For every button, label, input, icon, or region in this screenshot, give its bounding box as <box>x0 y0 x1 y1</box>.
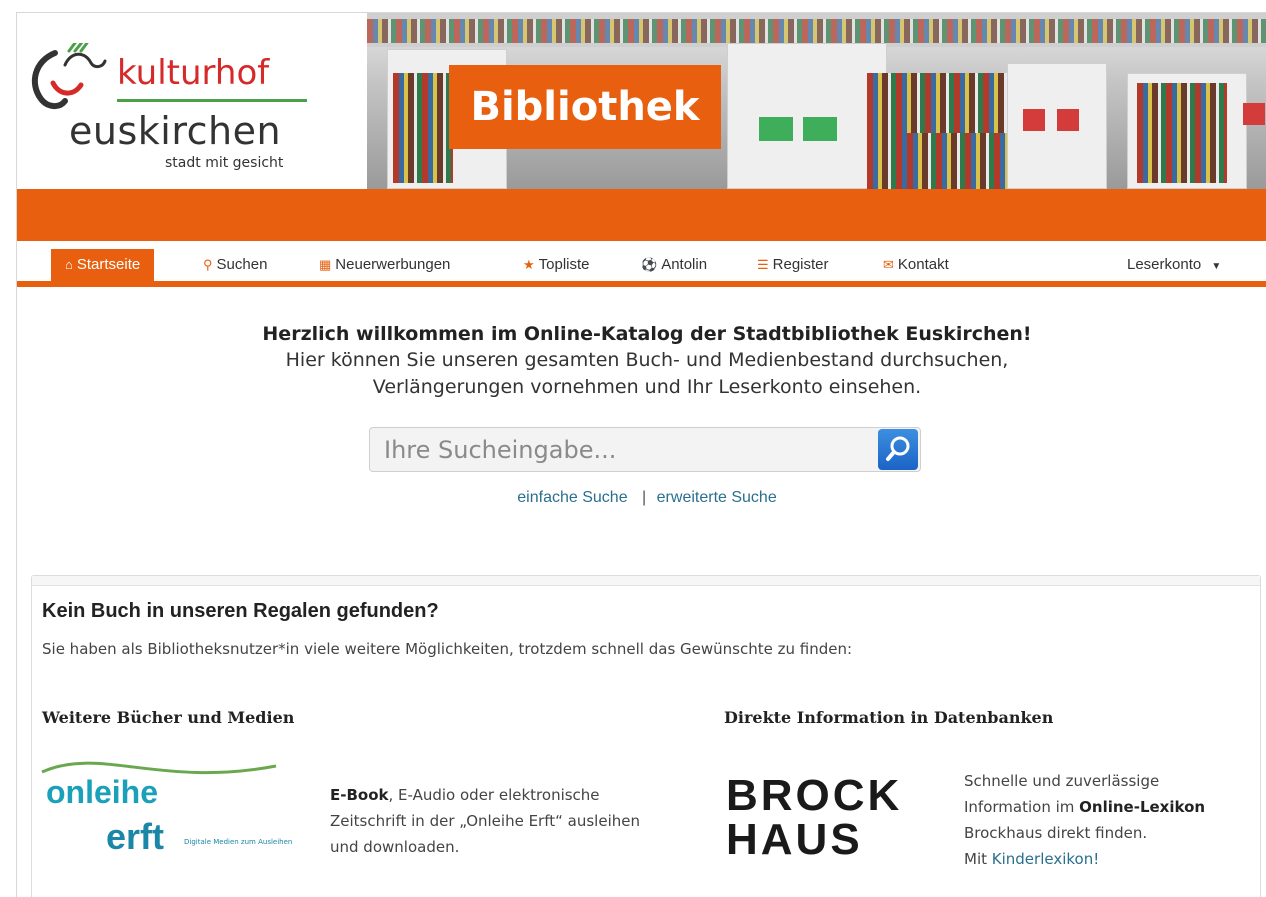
nav-label: Suchen <box>216 256 268 273</box>
onleihe-logo-line2: erft <box>106 816 165 857</box>
nav-label: Antolin <box>661 256 708 273</box>
nav-item-neuerwerbungen[interactable]: ▦ Neuerwerbungen <box>319 249 450 281</box>
info-panel: Kein Buch in unseren Regalen gefunden? S… <box>31 575 1261 897</box>
right-column-heading: Direkte Information in Datenbanken <box>724 708 1054 727</box>
nav-item-topliste[interactable]: ★ Topliste <box>523 249 590 281</box>
online-lexikon-bold: Online-Lexikon <box>1079 798 1206 816</box>
desc-text: Brockhaus direkt finden. <box>964 824 1148 842</box>
left-column-heading: Weitere Bücher und Medien <box>42 708 295 727</box>
logo-slogan: stadt mit gesicht <box>165 155 284 171</box>
onleihe-description: E-Book, E-Audio oder elektronische Zeits… <box>330 782 710 860</box>
search-mode-links: einfache Suche | erweiterte Suche <box>17 489 1266 507</box>
star-icon: ★ <box>523 257 535 272</box>
logo-euskirchen-text: euskirchen <box>69 109 282 153</box>
nav-label: Neuerwerbungen <box>335 256 451 273</box>
logo-kulturhof-text: kulturhof <box>117 53 270 93</box>
desc-text: Zeitschrift in der „Onleihe Erft“ auslei… <box>330 812 640 830</box>
simple-search-link[interactable]: einfache Suche <box>517 489 627 506</box>
welcome-title: Herzlich willkommen im Online-Katalog de… <box>262 323 1032 345</box>
nav-label: Register <box>772 256 829 273</box>
nav-item-register[interactable]: ☰ Register <box>757 249 829 281</box>
brockhaus-logo[interactable]: BROCK HAUS <box>726 772 926 872</box>
magnifier-icon <box>886 436 910 461</box>
welcome-section: Herzlich willkommen im Online-Katalog de… <box>17 321 1266 401</box>
search-input[interactable] <box>370 428 876 471</box>
account-label: Leserkonto <box>1127 256 1202 273</box>
desc-text: Mit <box>964 850 992 868</box>
search-button[interactable] <box>878 429 918 470</box>
panel-title: Kein Buch in unseren Regalen gefunden? <box>42 600 439 622</box>
desc-text: , E-Audio oder elektronische <box>388 786 600 804</box>
brockhaus-logo-line2: HAUS <box>726 815 863 864</box>
onleihe-logo-tagline: Digitale Medien zum Ausleihen <box>184 838 293 846</box>
nav-item-kontakt[interactable]: ✉ Kontakt <box>883 249 949 281</box>
main-nav: ⌂ Startseite ⚲ Suchen ▦ Neuerwerbungen ★ Top… <box>17 249 1266 287</box>
panel-subtitle: Sie haben als Bibliotheksnutzer*in viele… <box>42 640 853 658</box>
banner-image: Bibliothek <box>367 13 1266 189</box>
desc-text: und downloaden. <box>330 838 460 856</box>
kinderlexikon-link[interactable]: Kinderlexikon! <box>992 850 1099 868</box>
mail-icon: ✉ <box>883 257 894 272</box>
onleihe-logo-line1: onleihe <box>46 774 159 810</box>
brockhaus-logo-line1: BROCK <box>726 771 903 820</box>
desc-text: Schnelle und zuverlässige <box>964 772 1160 790</box>
site-logo[interactable]: kulturhof euskirchen stadt mit gesicht <box>17 13 367 189</box>
welcome-line-2: Verlängerungen vornehmen und Ihr Leserko… <box>372 376 922 398</box>
brockhaus-description: Schnelle und zuverlässige Information im… <box>964 768 1264 872</box>
header: kulturhof euskirchen stadt mit gesicht B… <box>17 13 1266 189</box>
panel-top-bar <box>32 576 1260 586</box>
nav-label: Startseite <box>76 256 141 273</box>
onleihe-logo[interactable]: onleihe erft Digitale Medien zum Ausleih… <box>40 752 332 862</box>
search-icon: ⚲ <box>203 257 213 272</box>
welcome-line-1: Hier können Sie unseren gesamten Buch- u… <box>285 349 1009 371</box>
nav-label: Kontakt <box>897 256 949 273</box>
link-separator: | <box>642 489 647 506</box>
list-icon: ☰ <box>757 257 769 272</box>
ball-icon: ⚽ <box>641 257 658 272</box>
nav-label: Topliste <box>538 256 590 273</box>
caret-down-icon: ▼ <box>1211 261 1222 272</box>
nav-item-suchen[interactable]: ⚲ Suchen <box>203 249 267 281</box>
banner-title: Bibliothek <box>470 84 700 130</box>
calendar-icon: ▦ <box>319 257 332 272</box>
ebook-bold: E-Book <box>330 786 389 804</box>
desc-text: Information im <box>964 798 1080 816</box>
home-icon: ⌂ <box>65 257 73 272</box>
banner-title-box: Bibliothek <box>449 65 721 149</box>
search-bar <box>369 427 921 472</box>
logo-divider <box>117 99 307 102</box>
nav-account-dropdown[interactable]: Leserkonto ▼ <box>1127 249 1221 281</box>
nav-item-startseite[interactable]: ⌂ Startseite <box>51 249 155 281</box>
header-strip <box>17 189 1266 241</box>
advanced-search-link[interactable]: erweiterte Suche <box>657 489 777 506</box>
nav-item-antolin[interactable]: ⚽ Antolin <box>641 249 707 281</box>
page-frame: kulturhof euskirchen stadt mit gesicht B… <box>16 12 1266 897</box>
